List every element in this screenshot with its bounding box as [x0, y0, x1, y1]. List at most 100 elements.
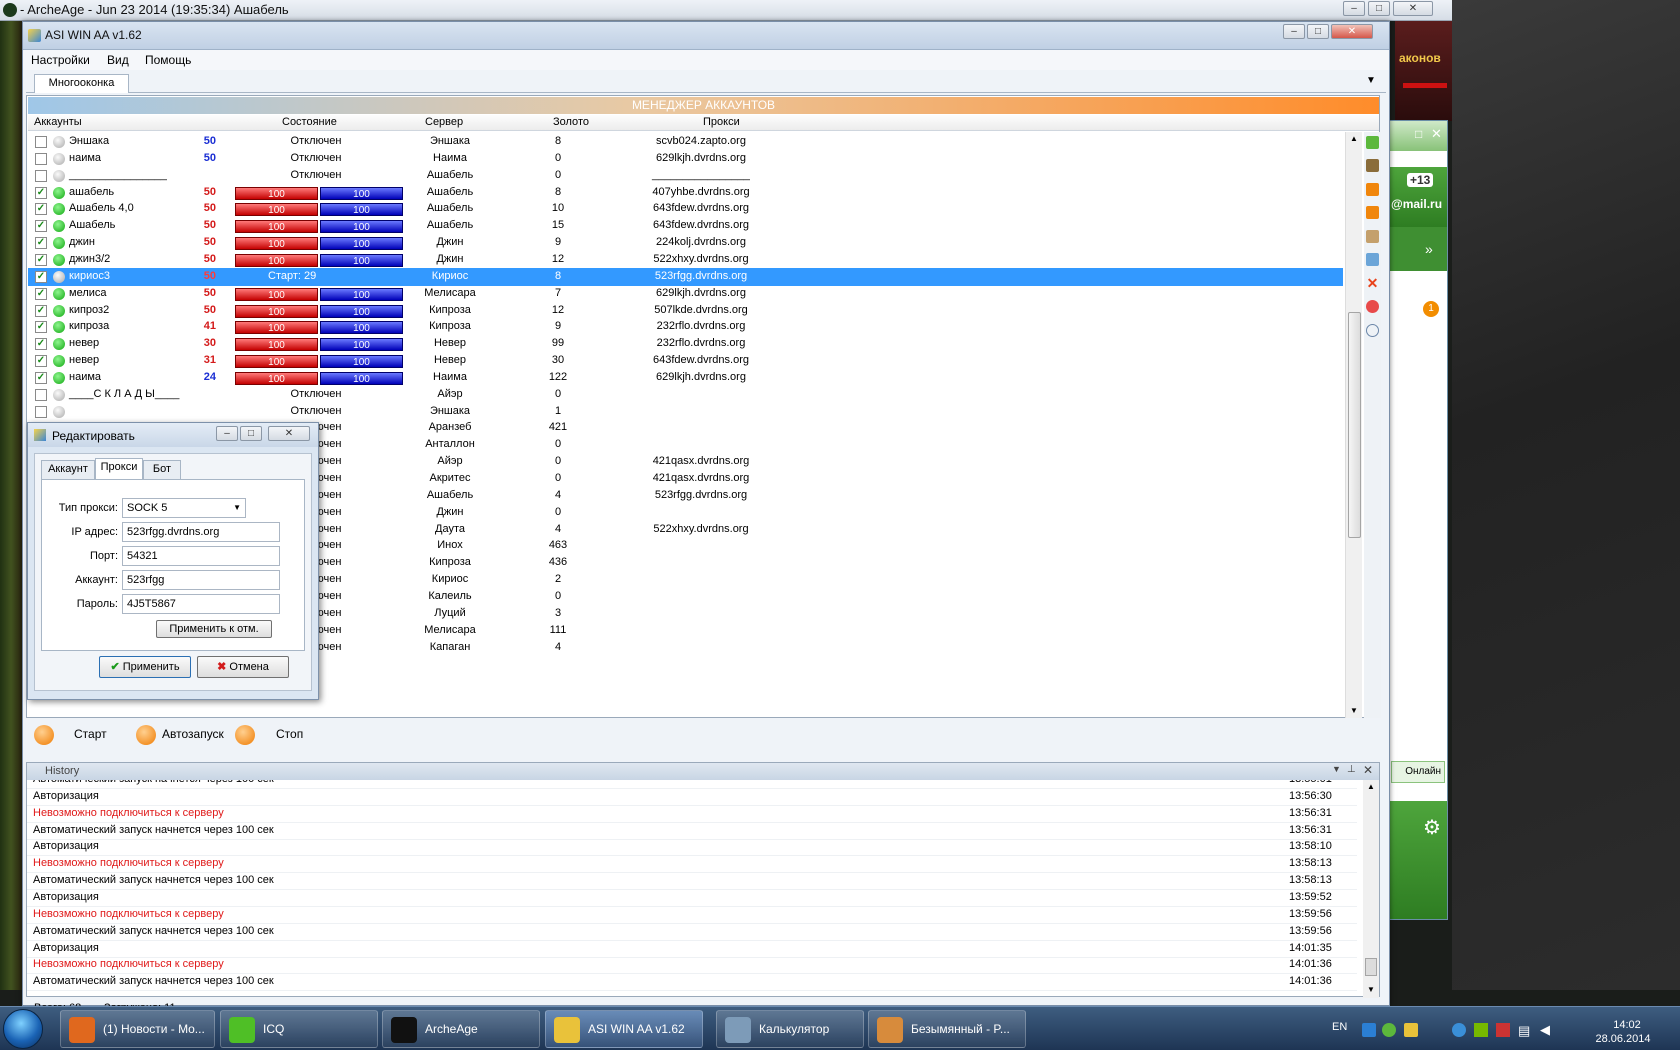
history-close-icon[interactable]: ✕ — [1363, 763, 1373, 777]
history-dropdown-icon[interactable]: ▼ — [1332, 764, 1341, 774]
notification-icon[interactable]: 1 — [1423, 301, 1439, 317]
clock-icon[interactable] — [1366, 324, 1379, 337]
taskbar-item[interactable]: (1) Новости - Mo... — [60, 1010, 215, 1048]
chevron-right-icon[interactable]: » — [1425, 241, 1433, 257]
tab-dropdown-icon[interactable]: ▼ — [1366, 75, 1376, 86]
account-row[interactable]: Отключен Эншака 1 — [28, 403, 1343, 421]
col-proxy[interactable]: Прокси — [703, 116, 740, 128]
cancel-button[interactable]: ✖ Отмена — [197, 656, 289, 678]
account-row[interactable]: ____С К Л А Д Ы____ Отключен Айэр 0 — [28, 386, 1343, 404]
row-checkbox[interactable]: ✓ — [35, 371, 47, 384]
account-row[interactable]: ✓ невер 31 100 100 Невер 30 643fdew.dvrdns.org — [28, 352, 1343, 370]
tray-security-icon[interactable] — [1496, 1023, 1510, 1037]
scroll-up-icon[interactable]: ▲ — [1350, 134, 1358, 143]
account-row[interactable]: ✓ невер 30 100 100 Невер 99 232rflo.dvrdns.org — [28, 335, 1343, 353]
start-button[interactable]: Старт — [74, 727, 107, 741]
row-checkbox[interactable]: ✓ — [35, 355, 47, 368]
taskbar-item[interactable]: ASI WIN AA v1.62 — [545, 1010, 703, 1048]
game-maximize-button[interactable]: □ — [1368, 1, 1390, 16]
menu-help[interactable]: Помощь — [145, 53, 191, 67]
mail-maximize-icon[interactable]: □ — [1415, 127, 1422, 141]
row-checkbox[interactable] — [35, 169, 47, 182]
tab-multiwindow[interactable]: Многооконка — [34, 74, 129, 93]
row-checkbox[interactable]: ✓ — [35, 321, 47, 334]
taskbar-item[interactable]: Безымянный - P... — [868, 1010, 1026, 1048]
gear-icon[interactable]: ⚙ — [1423, 815, 1441, 840]
tray-network-icon[interactable]: ▤ — [1518, 1023, 1530, 1039]
account-row[interactable]: ✓ кириос3 50 Старт: 29 Кириос 8 523rfgg.dvrdns… — [28, 267, 1343, 286]
tray-volume-icon[interactable]: ◀ — [1540, 1022, 1550, 1038]
taskbar-item[interactable]: Калькулятор — [716, 1010, 864, 1048]
edit-icon[interactable] — [1366, 159, 1379, 172]
history-scroll-down-icon[interactable]: ▼ — [1367, 985, 1375, 994]
refresh-icon[interactable] — [1366, 136, 1379, 149]
mail-close-icon[interactable]: ✕ — [1431, 126, 1442, 142]
col-server[interactable]: Сервер — [425, 116, 463, 128]
dialog-maximize-button[interactable]: □ — [240, 426, 262, 441]
account-row[interactable]: ✓ ашабель 50 100 100 Ашабель 8 407yhbe.dvrdns.o… — [28, 184, 1343, 202]
col-accounts[interactable]: Аккаунты — [34, 116, 82, 128]
game-minimize-button[interactable]: – — [1343, 1, 1365, 16]
account-row[interactable]: ✓ кипроз2 50 100 100 Кипроза 12 507lkde.dvrdns.… — [28, 302, 1343, 320]
account-row[interactable]: ✓ Ашабель 4,0 50 100 100 Ашабель 10 643fdew.dvr… — [28, 200, 1343, 218]
delete-icon[interactable]: ✕ — [1366, 276, 1379, 290]
account-row[interactable]: ✓ Ашабель 50 100 100 Ашабель 15 643fdew.dvrdns.… — [28, 217, 1343, 235]
apply-to-checked-button[interactable]: Применить к отм. — [156, 620, 272, 638]
menu-settings[interactable]: Настройки — [31, 53, 90, 67]
tray-app-icon[interactable] — [1362, 1023, 1376, 1037]
account-row[interactable]: ________________ Отключен Ашабель 0 ________… — [28, 167, 1343, 185]
dialog-minimize-button[interactable]: – — [216, 426, 238, 441]
row-checkbox[interactable]: ✓ — [35, 304, 47, 317]
account-row[interactable]: ✓ мелиса 50 100 100 Мелисара 7 629lkjh.dvrdns.o… — [28, 285, 1343, 303]
account-row[interactable]: ✓ джин 50 100 100 Джин 9 224kolj.dvrdns.org — [28, 234, 1343, 252]
autostart-button[interactable]: Автозапуск — [162, 727, 224, 741]
row-checkbox[interactable]: ✓ — [35, 338, 47, 351]
account-row[interactable]: ✓ кипроза 41 100 100 Кипроза 9 232rflo.dvrdns.o… — [28, 318, 1343, 336]
account-row[interactable]: Эншака 50 Отключен Эншака 8 scvb024.zapto.org — [28, 133, 1343, 151]
row-checkbox[interactable]: ✓ — [35, 287, 47, 300]
add-user-icon[interactable] — [1366, 230, 1379, 243]
main-close-button[interactable]: ✕ — [1331, 24, 1373, 39]
scroll-down-icon[interactable]: ▼ — [1350, 706, 1358, 715]
help-icon[interactable] — [1366, 300, 1379, 313]
row-checkbox[interactable] — [35, 136, 47, 148]
tray-nvidia-icon[interactable] — [1474, 1023, 1488, 1037]
row-checkbox[interactable]: ✓ — [35, 220, 47, 233]
row-checkbox[interactable] — [35, 152, 47, 165]
account-row[interactable]: ✓ джин3/2 50 100 100 Джин 12 522xhxy.dvrdns.org — [28, 251, 1343, 269]
col-state[interactable]: Состояние — [282, 116, 337, 128]
account-row[interactable]: ✓ наима 24 100 100 Наима 122 629lkjh.dvrdns.org — [28, 369, 1343, 387]
row-checkbox[interactable] — [35, 388, 47, 401]
stop-button[interactable]: Стоп — [276, 727, 303, 741]
dialog-tab-bot[interactable]: Бот — [143, 460, 181, 479]
move-down-icon[interactable] — [1366, 206, 1379, 219]
port-input[interactable]: 54321 — [122, 546, 280, 566]
tray-download-icon[interactable] — [1452, 1023, 1466, 1037]
proxy-password-input[interactable]: 4J5T5867 — [122, 594, 280, 614]
game-close-button[interactable]: ✕ — [1393, 1, 1433, 16]
grid-scroll-thumb[interactable] — [1348, 312, 1361, 538]
grid-scrollbar[interactable]: ▲ ▼ — [1345, 132, 1362, 718]
main-maximize-button[interactable]: □ — [1307, 24, 1329, 39]
stop-icon[interactable] — [235, 725, 255, 745]
proxy-type-select[interactable]: SOCK 5 ▼ — [122, 498, 246, 518]
history-scroll-thumb[interactable] — [1365, 958, 1377, 976]
proxy-account-input[interactable]: 523rfgg — [122, 570, 280, 590]
main-minimize-button[interactable]: – — [1283, 24, 1305, 39]
apply-button[interactable]: ✔ Применить — [99, 656, 191, 678]
ip-address-input[interactable]: 523rfgg.dvrdns.org — [122, 522, 280, 542]
row-checkbox[interactable]: ✓ — [35, 203, 47, 216]
dialog-tab-account[interactable]: Аккаунт — [41, 460, 95, 479]
dialog-close-button[interactable]: ✕ — [268, 426, 310, 441]
dialog-tab-proxy[interactable]: Прокси — [95, 458, 143, 479]
settings-icon[interactable] — [1366, 253, 1379, 266]
move-up-icon[interactable] — [1366, 183, 1379, 196]
account-row[interactable]: наима 50 Отключен Наима 0 629lkjh.dvrdns.org — [28, 150, 1343, 168]
menu-view[interactable]: Вид — [107, 53, 129, 67]
clock-time[interactable]: 14:02 — [1602, 1019, 1652, 1031]
row-checkbox[interactable]: ✓ — [35, 253, 47, 266]
clock-date[interactable]: 28.06.2014 — [1588, 1033, 1658, 1045]
row-checkbox[interactable]: ✓ — [35, 270, 47, 283]
row-checkbox[interactable]: ✓ — [35, 237, 47, 250]
history-scroll-up-icon[interactable]: ▲ — [1367, 782, 1375, 791]
